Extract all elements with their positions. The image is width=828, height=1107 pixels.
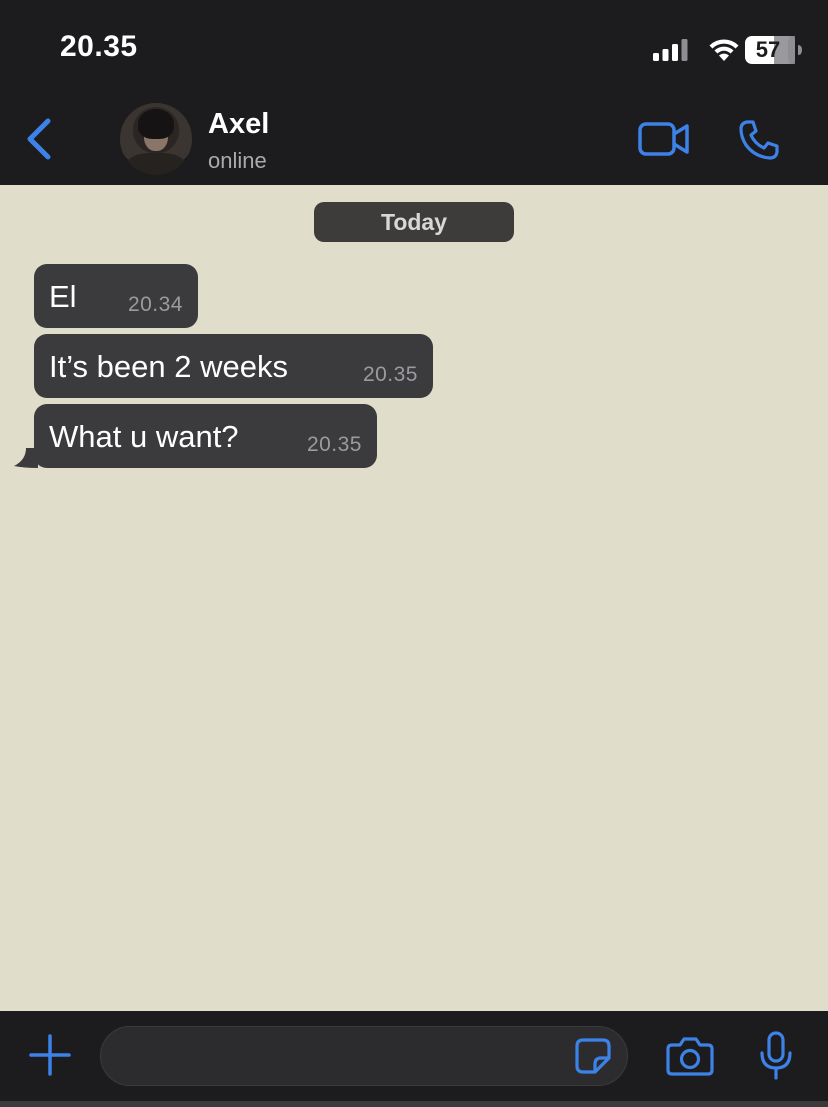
chat-header: Axel online [0, 95, 828, 185]
avatar[interactable] [120, 103, 192, 175]
bubble-tail [14, 448, 38, 468]
microphone-icon[interactable] [758, 1031, 794, 1081]
contact-status: online [208, 148, 267, 173]
message-bubble[interactable]: What u want? 20.35 [14, 404, 377, 468]
back-icon[interactable] [24, 117, 54, 161]
phone-call-icon[interactable] [738, 119, 780, 161]
date-separator: Today [314, 202, 514, 242]
video-call-icon[interactable] [638, 121, 690, 157]
status-time: 20.35 [60, 30, 138, 63]
contact-name[interactable]: Axel [208, 108, 269, 141]
message-input[interactable] [100, 1026, 628, 1086]
avatar-hair [138, 109, 174, 139]
wifi-icon [709, 39, 739, 61]
message-time: 20.34 [127, 293, 183, 316]
message-bubble[interactable]: El 20.34 [34, 264, 198, 328]
plus-icon[interactable] [29, 1034, 71, 1076]
message-time: 20.35 [362, 363, 418, 386]
chat-area[interactable]: Today El 20.34 It’s been 2 weeks 20.35 W… [0, 185, 828, 1011]
home-indicator [0, 1101, 828, 1107]
message-text: El [49, 279, 77, 314]
sticker-icon[interactable] [575, 1038, 611, 1074]
signal-icon [653, 39, 688, 61]
message-text: What u want? [49, 419, 239, 454]
message-time: 20.35 [306, 433, 362, 456]
composer-bar [0, 1011, 828, 1107]
status-bar: 20.35 57 [0, 0, 828, 95]
avatar-shoulder [126, 153, 186, 175]
camera-icon[interactable] [666, 1036, 714, 1076]
message-bubble[interactable]: It’s been 2 weeks 20.35 [34, 334, 433, 398]
message-text: It’s been 2 weeks [49, 349, 288, 384]
battery-level: 57 [755, 37, 781, 62]
